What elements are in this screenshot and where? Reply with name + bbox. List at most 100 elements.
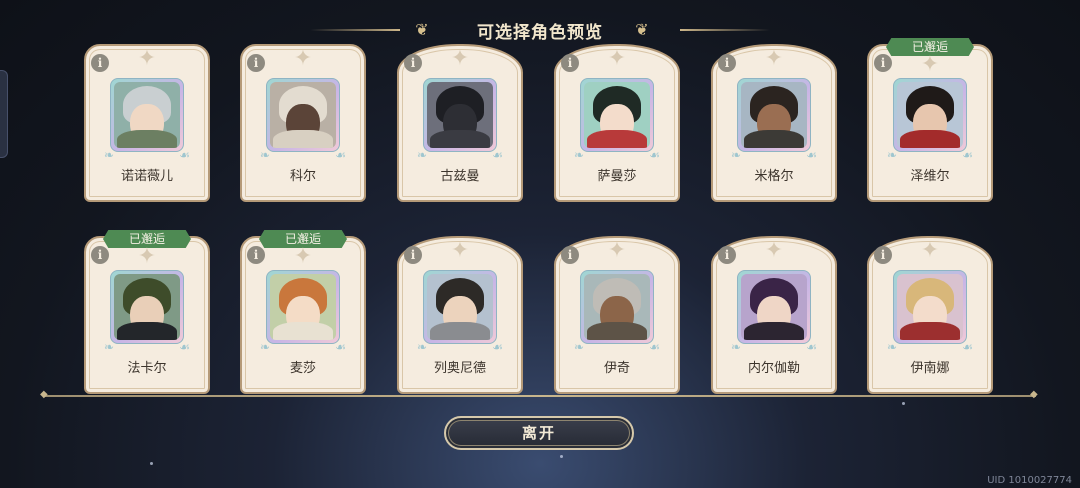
- wing-ornament-left: ❧: [417, 148, 428, 162]
- character-portrait-frame: [580, 78, 654, 152]
- wing-ornament-left: ❧: [574, 340, 585, 354]
- character-portrait: [584, 82, 650, 148]
- character-portrait: [897, 82, 963, 148]
- character-name: 法卡尔: [127, 361, 167, 376]
- background-sparkle: [560, 455, 563, 458]
- title-ornament-right: ❦: [635, 20, 649, 39]
- character-card-ke-er[interactable]: ✦ i ❧ ☙ 科尔: [240, 44, 366, 202]
- character-portrait-frame: [737, 78, 811, 152]
- sparkle-icon: ✦: [920, 238, 940, 263]
- character-portrait-frame: [893, 270, 967, 344]
- wing-ornament-right: ☙: [649, 148, 660, 162]
- wing-ornament-left: ❧: [574, 148, 585, 162]
- wing-ornament-right: ☙: [962, 148, 973, 162]
- wing-ornament-right: ☙: [806, 340, 817, 354]
- character-card-fakaer[interactable]: 已邂逅 ✦ i ❧ ☙ 法卡尔: [84, 230, 210, 394]
- character-portrait-frame: [266, 270, 340, 344]
- wing-ornament-right: ☙: [179, 148, 190, 162]
- wing-ornament-left: ❧: [417, 340, 428, 354]
- character-card-nergal[interactable]: ✦ i ❧ ☙ 内尔伽勒: [711, 236, 837, 394]
- sparkle-icon: ✦: [764, 46, 784, 71]
- leave-button[interactable]: 离开: [444, 416, 634, 450]
- character-portrait-frame: [110, 78, 184, 152]
- info-icon[interactable]: i: [561, 246, 579, 264]
- character-portrait-frame: [893, 78, 967, 152]
- character-card-samantha[interactable]: ✦ i ❧ ☙ 萨曼莎: [554, 44, 680, 202]
- info-icon[interactable]: i: [874, 246, 892, 264]
- character-name: 诺诺薇儿: [120, 169, 173, 184]
- title-ornament-line-right: [680, 29, 770, 31]
- character-name: 内尔伽勒: [747, 361, 800, 376]
- character-card-yiqi[interactable]: ✦ i ❧ ☙ 伊奇: [554, 236, 680, 394]
- sparkle-icon: ✦: [920, 52, 940, 77]
- character-card-guzman[interactable]: ✦ i ❧ ☙ 古兹曼: [397, 44, 523, 202]
- character-card-inanna[interactable]: ✦ i ❧ ☙ 伊南娜: [867, 236, 993, 394]
- info-icon[interactable]: i: [718, 54, 736, 72]
- character-portrait: [427, 82, 493, 148]
- sparkle-icon: ✦: [137, 244, 157, 269]
- sparkle-icon: ✦: [293, 244, 313, 269]
- info-icon[interactable]: i: [247, 246, 265, 264]
- info-icon[interactable]: i: [247, 54, 265, 72]
- wing-ornament-left: ❧: [260, 148, 271, 162]
- sparkle-icon: ✦: [137, 46, 157, 71]
- character-portrait: [741, 274, 807, 340]
- sparkle-icon: ✦: [450, 238, 470, 263]
- character-card-maisha[interactable]: 已邂逅 ✦ i ❧ ☙ 麦莎: [240, 230, 366, 394]
- wing-ornament-left: ❧: [104, 148, 115, 162]
- character-portrait: [897, 274, 963, 340]
- character-name: 麦莎: [289, 361, 316, 376]
- background-sparkle: [150, 462, 153, 465]
- character-portrait-frame: [110, 270, 184, 344]
- character-portrait: [427, 274, 493, 340]
- wing-ornament-left: ❧: [260, 340, 271, 354]
- wing-ornament-right: ☙: [179, 340, 190, 354]
- character-card-leonid[interactable]: ✦ i ❧ ☙ 列奥尼德: [397, 236, 523, 394]
- sparkle-icon: ✦: [764, 238, 784, 263]
- wing-ornament-left: ❧: [731, 148, 742, 162]
- character-card-xavier[interactable]: 已邂逅 ✦ i ❧ ☙ 泽维尔: [867, 38, 993, 202]
- sparkle-icon: ✦: [450, 46, 470, 71]
- wing-ornament-left: ❧: [731, 340, 742, 354]
- side-panel-handle[interactable]: [0, 70, 8, 158]
- wing-ornament-right: ☙: [335, 148, 346, 162]
- divider-end-ornament-right: ◆: [1030, 389, 1038, 400]
- wing-ornament-right: ☙: [492, 148, 503, 162]
- character-name: 泽维尔: [910, 169, 950, 184]
- character-portrait-frame: [423, 270, 497, 344]
- wing-ornament-right: ☙: [492, 340, 503, 354]
- character-card-miguel[interactable]: ✦ i ❧ ☙ 米格尔: [711, 44, 837, 202]
- section-divider: [44, 395, 1036, 397]
- character-portrait-frame: [266, 78, 340, 152]
- character-name: 列奥尼德: [433, 361, 486, 376]
- character-portrait: [114, 274, 180, 340]
- sparkle-icon: ✦: [607, 46, 627, 71]
- info-icon[interactable]: i: [404, 246, 422, 264]
- info-icon[interactable]: i: [91, 246, 109, 264]
- wing-ornament-left: ❧: [887, 340, 898, 354]
- sparkle-icon: ✦: [293, 46, 313, 71]
- character-name: 米格尔: [754, 169, 794, 184]
- background-sparkle: [902, 402, 905, 405]
- character-portrait: [114, 82, 180, 148]
- info-icon[interactable]: i: [561, 54, 579, 72]
- character-portrait-frame: [423, 78, 497, 152]
- wing-ornament-right: ☙: [962, 340, 973, 354]
- info-icon[interactable]: i: [404, 54, 422, 72]
- wing-ornament-right: ☙: [649, 340, 660, 354]
- character-card-nonowei[interactable]: ✦ i ❧ ☙ 诺诺薇儿: [84, 44, 210, 202]
- character-name: 科尔: [289, 169, 316, 184]
- divider-end-ornament-left: ◆: [40, 389, 48, 400]
- info-icon[interactable]: i: [718, 246, 736, 264]
- character-portrait-frame: [580, 270, 654, 344]
- wing-ornament-right: ☙: [806, 148, 817, 162]
- info-icon[interactable]: i: [874, 54, 892, 72]
- character-portrait: [584, 274, 650, 340]
- character-name: 伊奇: [603, 361, 630, 376]
- character-name: 萨曼莎: [597, 169, 637, 184]
- sparkle-icon: ✦: [607, 238, 627, 263]
- character-portrait: [741, 82, 807, 148]
- character-name: 古兹曼: [440, 169, 480, 184]
- info-icon[interactable]: i: [91, 54, 109, 72]
- character-name: 伊南娜: [910, 361, 950, 376]
